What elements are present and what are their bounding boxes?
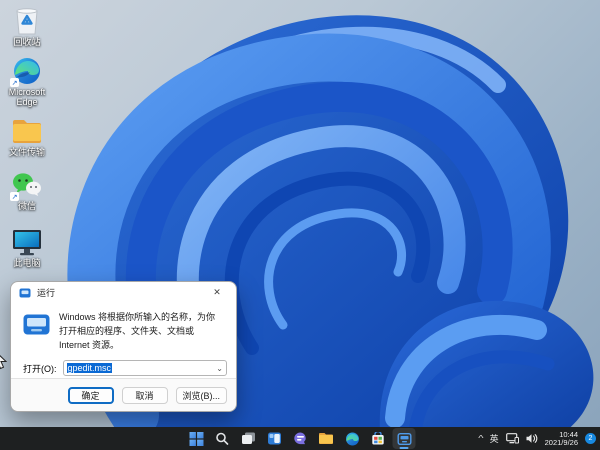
open-label: 打开(O): [23,362,57,375]
cancel-button[interactable]: 取消 [122,387,168,404]
clock[interactable]: 10:44 2021/9/26 [545,431,578,447]
file-explorer-button[interactable] [315,428,338,449]
system-tray: ^ 英 10:44 2021/9/26 2 [479,427,596,450]
search-icon [216,432,229,445]
mouse-cursor [0,349,9,371]
edge-icon: ↗ [11,56,43,86]
shortcut-arrow-icon: ↗ [10,78,19,87]
shortcut-arrow-icon: ↗ [10,192,19,201]
store-icon [372,432,385,445]
run-command-input[interactable]: gpedit.msc ⌄ [63,360,228,376]
start-button[interactable] [185,428,208,449]
volume-icon[interactable] [526,433,538,444]
run-dialog: 运行 ✕ Windows 将根据你所输入的名称，为你打开相应的程序、文件夹、文档… [10,281,237,412]
run-icon [23,314,50,335]
task-view-button[interactable] [237,428,260,449]
run-dialog-title: 运行 [37,286,55,299]
display-network-icon[interactable] [506,433,519,444]
notification-badge[interactable]: 2 [585,433,596,444]
taskbar: ^ 英 10:44 2021/9/26 2 [0,427,600,450]
desktop-icon-edge[interactable]: ↗ Microsoft Edge [2,56,52,107]
widgets-button[interactable] [263,428,286,449]
run-dialog-title-icon [19,288,31,298]
desktop-icon-this-pc[interactable]: 此电脑 [2,227,52,268]
run-dialog-footer: 确定 取消 浏览(B)... [11,378,236,411]
close-icon[interactable]: ✕ [206,285,228,301]
wechat-icon: ↗ [11,170,43,200]
folder-icon [11,116,43,146]
widgets-icon [267,432,281,445]
desktop-icon-label: 回收站 [13,37,40,47]
hidden-icons-chevron[interactable]: ^ [478,434,483,443]
run-command-value: gpedit.msc [67,363,113,373]
browse-button[interactable]: 浏览(B)... [176,387,228,404]
desktop-icon-label: 此电脑 [13,258,40,268]
search-button[interactable] [211,428,234,449]
task-view-icon [241,432,255,445]
run-window-icon [397,433,411,445]
run-taskbar-button[interactable] [393,428,416,449]
desktop-icon-label: 文件传输 [9,147,45,157]
chevron-down-icon[interactable]: ⌄ [216,364,223,373]
chat-button[interactable] [289,428,312,449]
ok-button[interactable]: 确定 [68,387,114,404]
desktop-icon-folder[interactable]: 文件传输 [2,116,52,157]
desktop-icon-wechat[interactable]: ↗ 微信 [2,170,52,211]
run-dialog-titlebar[interactable]: 运行 ✕ [11,282,236,303]
edge-icon [345,432,359,446]
edge-taskbar-button[interactable] [341,428,364,449]
desktop-icon-label: 微信 [18,201,36,211]
chat-icon [293,432,307,445]
desktop-icon-recycle-bin[interactable]: 回收站 [2,6,52,47]
tray-date: 2021/9/26 [545,439,578,447]
desktop-icon-label: Microsoft Edge [2,87,52,107]
language-indicator[interactable]: 英 [490,432,499,445]
recycle-bin-icon [11,6,43,36]
windows-start-icon [189,432,203,446]
desktop: 回收站 ↗ Microsoft Edge [0,0,600,450]
store-button[interactable] [367,428,390,449]
taskbar-center [185,427,416,450]
run-dialog-description: Windows 将根据你所输入的名称，为你打开相应的程序、文件夹、文档或 Int… [59,310,217,352]
monitor-icon [11,227,43,257]
file-explorer-icon [319,432,334,445]
